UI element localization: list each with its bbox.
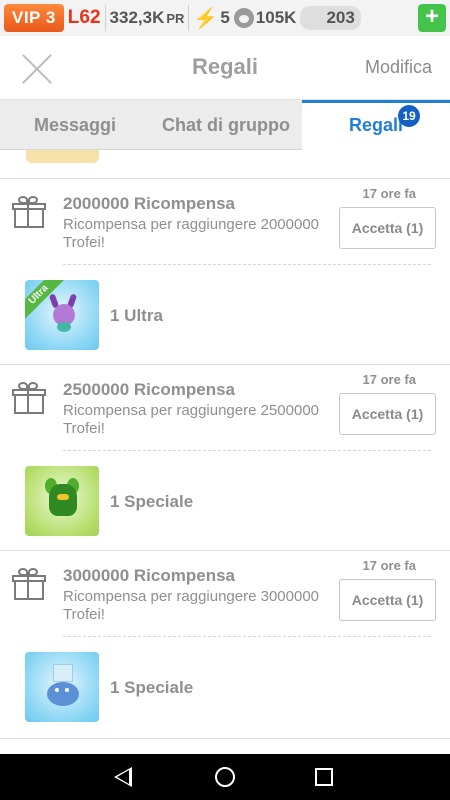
gift-icon — [12, 568, 46, 602]
gift-icon — [12, 382, 46, 416]
tab-chat-di-gruppo[interactable]: Chat di gruppo — [150, 100, 302, 150]
food-value: 105K — [255, 8, 297, 27]
vip-badge[interactable]: VIP 3 — [4, 4, 64, 32]
reward-thumbnail[interactable]: Ultra — [25, 280, 99, 350]
reward-time: 17 ore fa — [362, 372, 416, 387]
system-nav-bar — [0, 754, 450, 800]
dashed-divider — [63, 264, 431, 265]
edit-button[interactable]: Modifica — [365, 57, 432, 78]
gift-icon — [12, 196, 46, 230]
reward-item-label: 1 Speciale — [110, 492, 194, 511]
divider — [188, 5, 190, 31]
page-header: Regali Modifica — [0, 36, 450, 100]
back-icon[interactable] — [114, 767, 132, 787]
accept-button[interactable]: Accetta (1) — [339, 393, 436, 435]
divider — [0, 550, 450, 551]
tab-bar: Messaggi Chat di gruppo Regali 19 — [0, 100, 450, 150]
divider — [0, 178, 450, 179]
resource-bar: VIP 3 L62 332,3KPR ⚡ 5 105K $ 203 + — [0, 0, 450, 36]
app-screen: VIP 3 L62 332,3KPR ⚡ 5 105K $ 203 + Rega… — [0, 0, 450, 800]
accept-button[interactable]: Accetta (1) — [339, 579, 436, 621]
energy-stat[interactable]: ⚡ 5 — [193, 6, 229, 31]
reward-title: 2500000 Ricompensa — [63, 380, 235, 399]
divider — [0, 364, 450, 365]
power-rating: 332,3K PR — [110, 8, 185, 28]
food-stat[interactable]: 105K — [233, 8, 297, 28]
coins-stat[interactable]: $ 203 — [300, 6, 361, 30]
reward-description: Ricompensa per raggiungere 2500000 Trofe… — [63, 402, 320, 437]
reward-description: Ricompensa per raggiungere 2000000 Trofe… — [63, 216, 320, 251]
divider — [0, 738, 450, 739]
dashed-divider — [63, 636, 431, 637]
divider — [104, 5, 106, 31]
accept-button[interactable]: Accetta (1) — [339, 207, 436, 249]
energy-value: 5 — [220, 8, 230, 27]
notification-badge: 19 — [398, 105, 420, 127]
reward-time: 17 ore fa — [362, 558, 416, 573]
reward-thumbnail[interactable] — [25, 652, 99, 722]
home-icon[interactable] — [215, 767, 235, 787]
food-icon — [233, 8, 254, 28]
power-rating-unit: PR — [166, 11, 185, 26]
reward-time: 17 ore fa — [362, 186, 416, 201]
tab-messaggi[interactable]: Messaggi — [0, 100, 150, 150]
recent-apps-icon[interactable] — [315, 768, 333, 786]
add-coins-button[interactable]: + — [418, 4, 446, 32]
player-level: L62 — [67, 7, 101, 28]
coins-value: 203 — [300, 6, 361, 30]
power-rating-value: 332,3K — [109, 8, 165, 27]
tab-regali[interactable]: Regali 19 — [302, 100, 450, 150]
reward-thumbnail[interactable] — [25, 466, 99, 536]
reward-item-label: 1 Ultra — [110, 306, 163, 325]
reward-title: 3000000 Ricompensa — [63, 566, 235, 585]
gift-list[interactable]: 2000000 Ricompensa Ricompensa per raggiu… — [0, 150, 450, 754]
reward-item-label: 1 Speciale — [110, 678, 194, 697]
dashed-divider — [63, 450, 431, 451]
lightning-icon: ⚡ — [193, 7, 219, 30]
reward-description: Ricompensa per raggiungere 3000000 Trofe… — [63, 588, 320, 623]
reward-title: 2000000 Ricompensa — [63, 194, 235, 213]
partial-item-thumbnail — [26, 150, 99, 163]
ice-dragon-icon — [45, 664, 81, 710]
plant-dragon-icon — [45, 478, 79, 522]
purple-dragon-icon — [47, 293, 79, 334]
tab-regali-label: Regali — [348, 115, 404, 135]
